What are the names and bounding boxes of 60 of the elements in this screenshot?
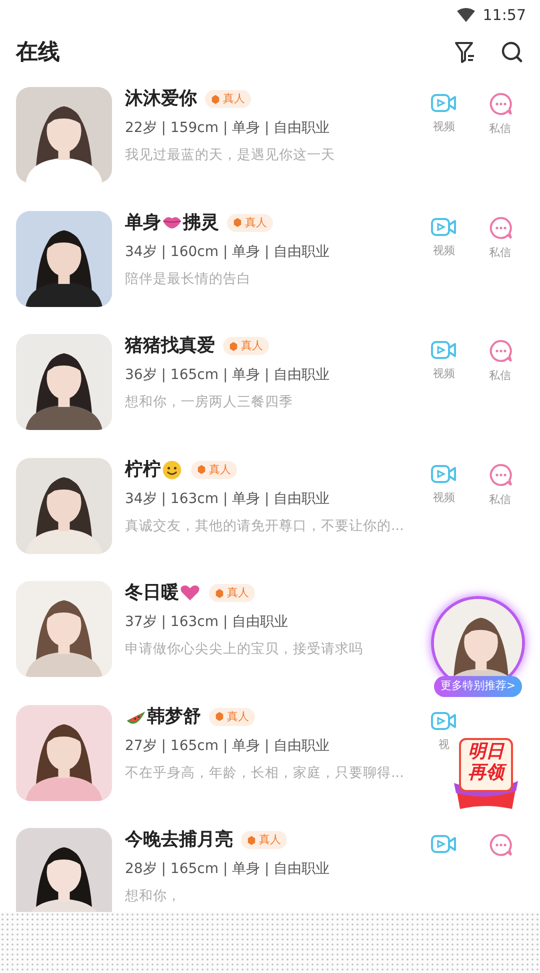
page-title: 在线 (16, 38, 60, 66)
video-call-button[interactable]: 视频 (426, 338, 462, 458)
chat-bubble-icon (487, 832, 513, 858)
user-bio: 想和你，一房两人三餐四季 (125, 393, 294, 412)
verified-tag: 真人 (209, 708, 255, 726)
message-button[interactable]: 私信 (482, 91, 518, 210)
user-details: 34岁 | 160cm | 单身 | 自由职业 (125, 242, 331, 262)
chat-bubble-icon (487, 214, 513, 240)
user-name: 单身 (125, 210, 161, 234)
video-call-button[interactable]: 视 (426, 708, 462, 828)
message-button[interactable]: 私信 (482, 214, 518, 334)
verified-tag: 真人 (227, 214, 273, 232)
user-details: 22岁 | 159cm | 单身 | 自由职业 (125, 119, 331, 138)
user-details: 36岁 | 165cm | 单身 | 自由职业 (125, 366, 331, 385)
user-name: 猪猪找真爱 (125, 334, 215, 358)
verified-tag: 真人 (205, 90, 251, 108)
video-camera-icon (430, 338, 458, 362)
verified-tag: 真人 (223, 337, 269, 355)
badge-icon (215, 712, 224, 721)
user-bio: 申请做你心尖尖上的宝贝，接受请求吗 (125, 640, 364, 659)
user-bio: 不在乎身高，年龄，长相，家庭，只要聊得... (125, 764, 405, 782)
user-details: 34岁 | 163cm | 单身 | 自由职业 (125, 490, 331, 508)
user-bio: 想和你， (125, 887, 182, 906)
filter-icon[interactable] (454, 40, 476, 64)
user-name: 冬日暖 (125, 581, 179, 605)
search-icon[interactable] (500, 40, 524, 64)
video-call-button[interactable]: 视频 (426, 91, 462, 210)
badge-icon (215, 588, 224, 598)
user-name: 拂灵 (183, 210, 219, 234)
user-name: 柠柠 (125, 458, 161, 482)
wifi-icon (456, 8, 475, 22)
user-details: 27岁 | 165cm | 单身 | 自由职业 (125, 736, 331, 756)
message-button[interactable]: 私信 (482, 462, 518, 581)
verified-tag: 真人 (191, 460, 237, 478)
video-camera-icon (430, 832, 458, 856)
user-bio: 陪伴是最长情的告白 (125, 270, 252, 288)
verified-tag: 真人 (241, 831, 287, 849)
status-time: 11:57 (482, 4, 526, 26)
video-camera-icon (430, 91, 458, 115)
user-name: 韩梦舒 (147, 704, 201, 728)
message-button[interactable]: 私信 (482, 338, 518, 458)
badge-icon (211, 94, 220, 104)
user-name: 沐沐爱你 (125, 87, 197, 111)
chat-bubble-icon (487, 338, 513, 364)
user-bio: 我见过最蓝的天，是遇见你这一天 (125, 146, 336, 165)
video-call-button[interactable]: 视频 (426, 462, 462, 581)
verified-tag: 真人 (209, 584, 255, 602)
chat-bubble-icon (487, 91, 513, 117)
user-bio: 真诚交友，其他的请免开尊口，不要让你的... (125, 516, 405, 536)
chat-bubble-icon (487, 462, 513, 488)
badge-icon (247, 836, 256, 844)
recommend-button[interactable]: 更多特别推荐> (434, 676, 522, 696)
badge-icon (233, 218, 242, 227)
video-call-button[interactable]: 视频 (426, 214, 462, 334)
badge-icon (197, 465, 206, 474)
user-details: 37岁 | 163cm | 自由职业 (125, 613, 290, 632)
badge-icon (229, 342, 238, 350)
user-name: 今晚去捕月亮 (125, 828, 233, 852)
user-details: 28岁 | 165cm | 单身 | 自由职业 (125, 860, 331, 879)
smile-emoji (161, 458, 183, 480)
